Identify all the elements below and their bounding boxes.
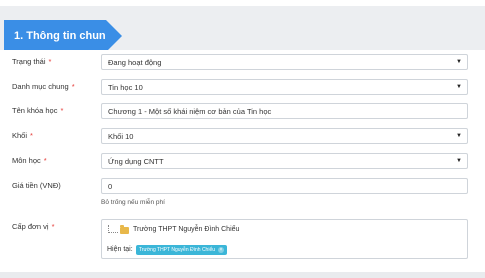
unit-level-label: Cấp đơn vị * [12, 222, 55, 231]
tree-connector [108, 225, 118, 233]
subject-select-value: Ứng dụng CNTT [108, 156, 164, 166]
price-help-text: Bỏ trống nếu miễn phí [101, 199, 165, 206]
subject-label: Môn học * [12, 156, 47, 165]
subject-select[interactable]: Ứng dụng CNTT ▼ [101, 153, 468, 169]
course-name-input[interactable]: Chương 1 - Một số khái niệm cơ bản của T… [101, 103, 468, 119]
status-select[interactable]: Đang hoạt động ▼ [101, 54, 468, 70]
grade-select-value: Khối 10 [108, 131, 134, 141]
subject-label-text: Môn học [12, 156, 41, 165]
grade-label-text: Khối [12, 131, 28, 140]
bottom-strip [0, 272, 485, 278]
required-mark: * [30, 131, 33, 140]
unit-tree-selector: Trường THPT Nguyễn Đình Chiểu Hiện tại: … [101, 219, 468, 259]
course-name-label: Tên khóa học * [12, 106, 63, 115]
chevron-down-icon: ▼ [456, 133, 462, 139]
unit-level-label-text: Cấp đơn vị [12, 222, 49, 231]
chevron-down-icon: ▼ [456, 158, 462, 164]
tree-item-school[interactable]: Trường THPT Nguyễn Đình Chiểu [133, 226, 239, 233]
category-select[interactable]: Tin học 10 ▼ [101, 79, 468, 95]
course-name-label-text: Tên khóa học [12, 106, 58, 115]
section-title: 1. Thông tin chung [4, 20, 122, 52]
current-selection-label: Hiện tại: [107, 246, 133, 253]
required-mark: * [60, 106, 64, 115]
required-mark: * [43, 156, 47, 165]
price-input[interactable]: 0 [101, 178, 468, 194]
price-label: Giá tiền (VNĐ) [12, 181, 61, 190]
chevron-down-icon: ▼ [456, 84, 462, 90]
close-icon[interactable]: × [218, 247, 225, 253]
category-label: Danh mục chung * [12, 82, 75, 91]
required-mark: * [71, 82, 75, 91]
category-select-value: Tin học 10 [108, 82, 143, 92]
category-label-text: Danh mục chung [12, 82, 69, 91]
required-mark: * [48, 57, 52, 66]
status-label-text: Trạng thái [12, 57, 46, 66]
section-header-band: 1. Thông tin chung [0, 6, 485, 52]
grade-select[interactable]: Khối 10 ▼ [101, 128, 468, 144]
course-name-input-value: Chương 1 - Một số khái niệm cơ bản của T… [108, 106, 272, 116]
price-input-value: 0 [108, 181, 113, 191]
status-select-value: Đang hoạt động [108, 57, 162, 67]
folder-icon [120, 225, 129, 234]
current-selection-tag: Trường THPT Nguyễn Đình Chiểu × [136, 245, 228, 255]
current-selection-tag-text: Trường THPT Nguyễn Đình Chiểu [139, 247, 216, 253]
course-form-page: 1. Thông tin chung Trạng thái * Đang hoạt… [0, 0, 485, 278]
required-mark: * [51, 222, 55, 231]
status-label: Trạng thái * [12, 57, 51, 66]
chevron-down-icon: ▼ [456, 59, 462, 65]
price-label-text: Giá tiền (VNĐ) [12, 181, 61, 190]
grade-label: Khối * [12, 131, 33, 140]
